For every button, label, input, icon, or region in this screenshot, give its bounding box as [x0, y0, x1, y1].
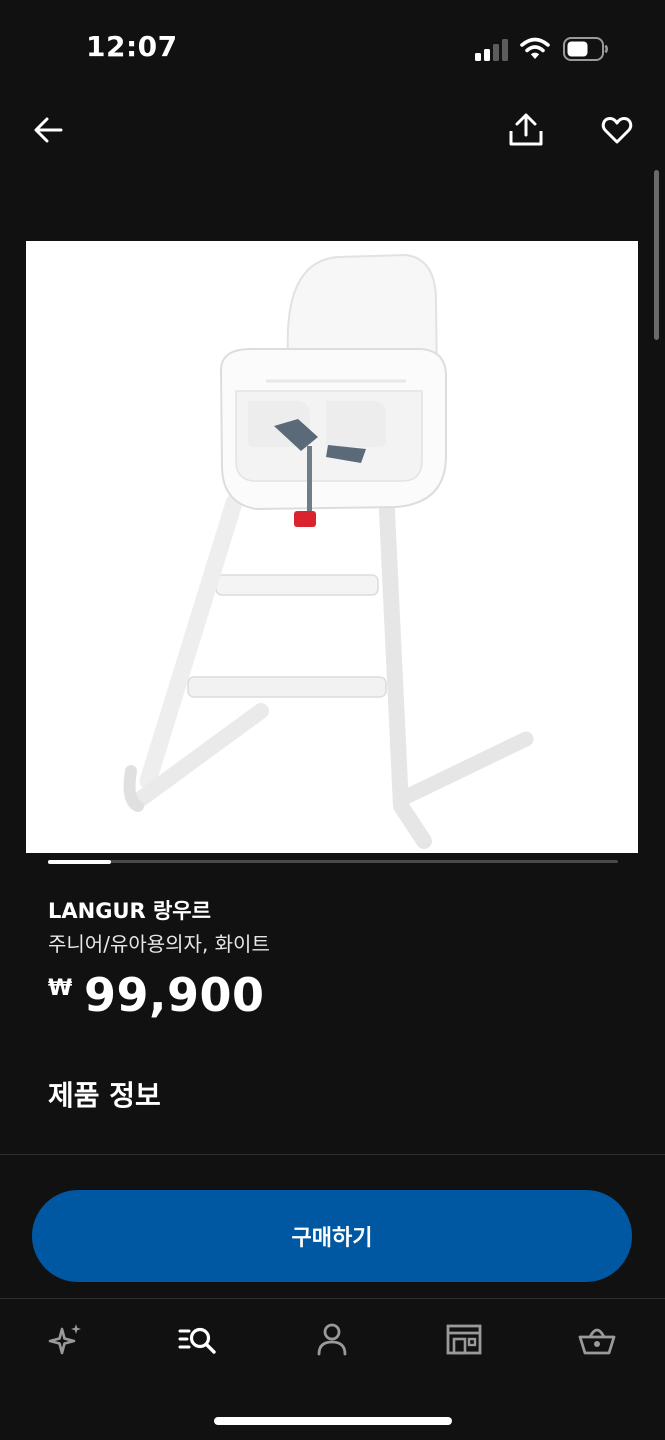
product-name: LANGUR 랑우르 — [48, 899, 211, 923]
tab-search[interactable] — [168, 1314, 228, 1364]
heart-icon — [601, 116, 633, 144]
basket-icon — [578, 1328, 616, 1355]
divider — [0, 1154, 665, 1155]
battery-icon — [563, 37, 608, 61]
price-currency: ₩ — [48, 976, 73, 1001]
store-icon — [446, 1324, 482, 1355]
carousel-progress-track — [48, 859, 618, 864]
share-button[interactable] — [504, 108, 548, 152]
scroll-indicator[interactable] — [654, 170, 659, 340]
price-value: 99,900 — [84, 968, 265, 1022]
tab-profile[interactable] — [302, 1314, 362, 1364]
cellular-signal-icon — [475, 39, 508, 61]
arrow-left-icon — [34, 117, 63, 143]
status-bar: 12:07 — [0, 0, 665, 100]
status-time: 12:07 — [86, 30, 178, 63]
tab-basket[interactable] — [567, 1314, 627, 1364]
buy-button[interactable]: 구매하기 — [32, 1190, 632, 1282]
product-info-section-title[interactable]: 제품 정보 — [48, 1074, 161, 1114]
home-indicator[interactable] — [214, 1417, 452, 1425]
top-nav — [0, 100, 665, 160]
tab-bar — [0, 1300, 665, 1380]
divider — [0, 1298, 665, 1299]
profile-icon — [317, 1323, 347, 1356]
high-chair-image — [123, 253, 534, 849]
sparkle-icon — [48, 1324, 81, 1355]
product-description: 주니어/유아용의자, 화이트 — [48, 932, 270, 956]
tab-inspiration[interactable] — [36, 1314, 96, 1364]
product-image[interactable] — [26, 241, 638, 853]
wifi-icon — [520, 37, 550, 59]
back-button[interactable] — [26, 108, 70, 152]
search-list-icon — [178, 1327, 216, 1354]
favorite-button[interactable] — [595, 108, 639, 152]
share-icon — [509, 113, 543, 146]
tab-stores[interactable] — [434, 1314, 494, 1364]
carousel-progress-fill — [48, 859, 111, 864]
